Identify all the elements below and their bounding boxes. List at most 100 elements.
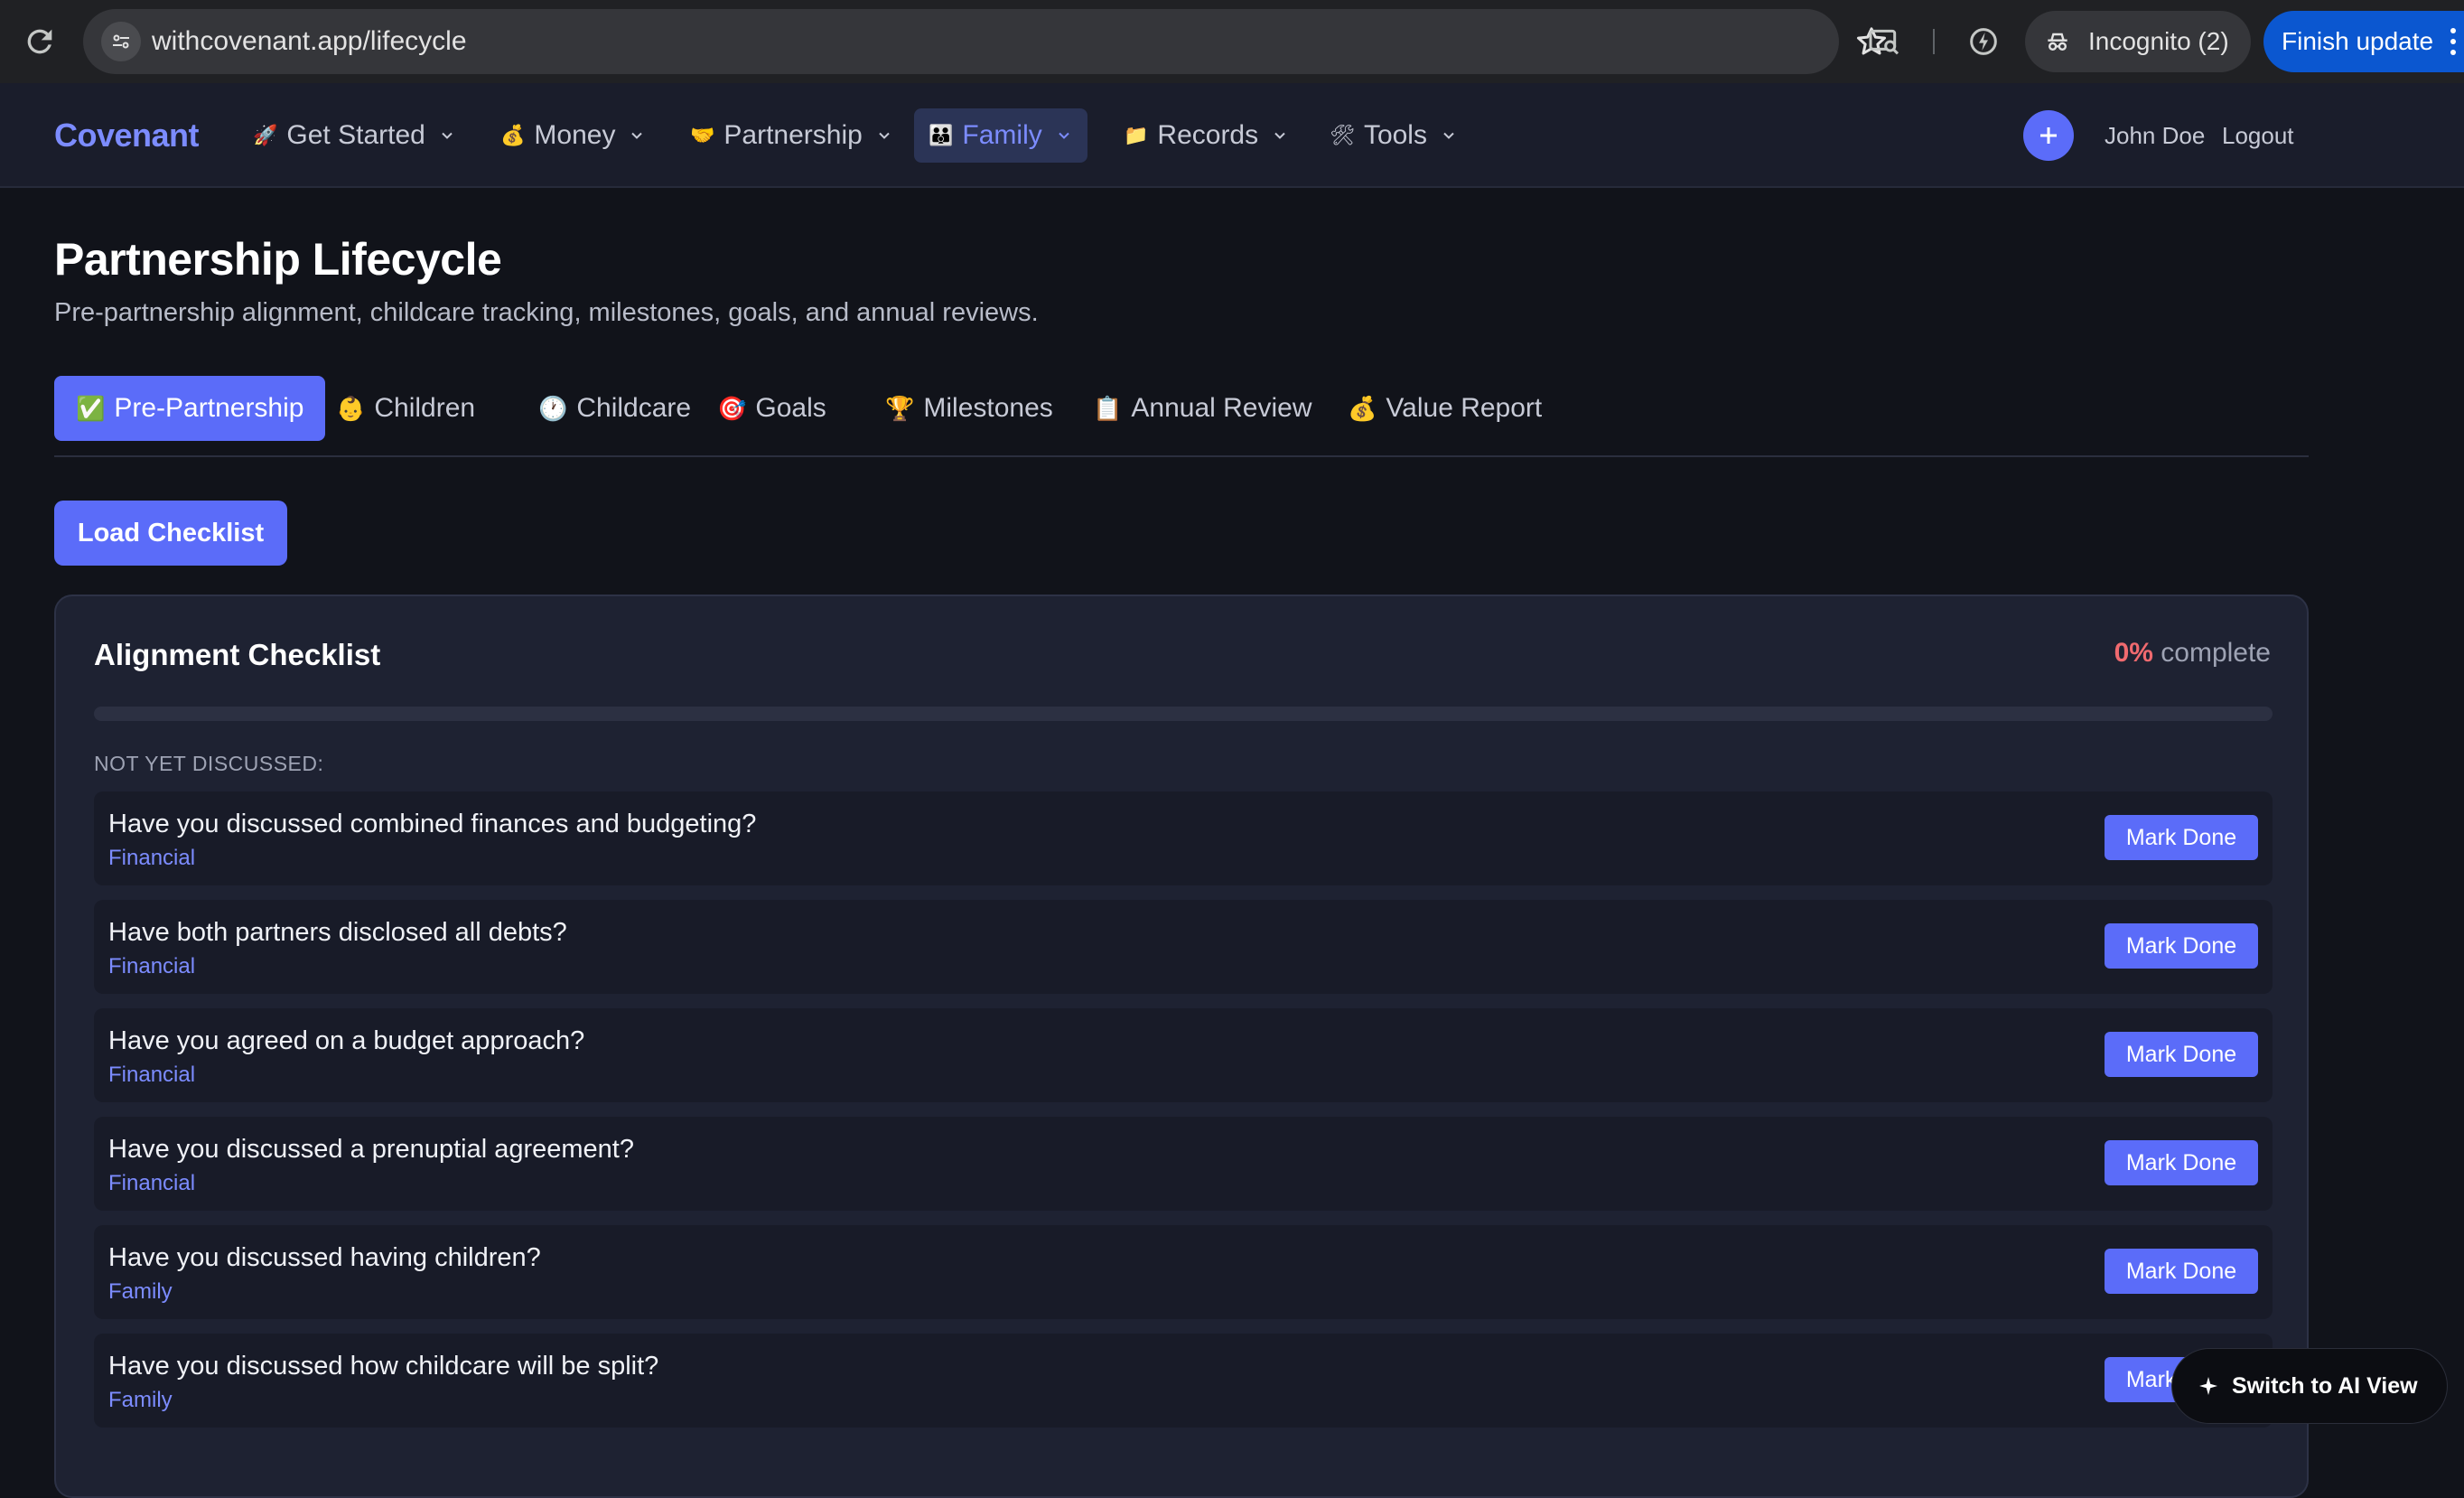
alignment-checklist-card: Alignment Checklist 0% complete NOT YET … (54, 595, 2309, 1498)
tab-label: Childcare (576, 393, 692, 423)
item-question: Have both partners disclosed all debts? (108, 918, 567, 947)
checklist-item: Have you discussed having children? Fami… (94, 1225, 2273, 1319)
item-question: Have you discussed a prenuptial agreemen… (108, 1135, 634, 1164)
progress-label: complete (2161, 638, 2271, 668)
nav-partnership[interactable]: 🤝 Partnership (676, 108, 908, 163)
nav-label: Get Started (286, 120, 425, 150)
mark-done-button[interactable]: Mark Done (2105, 1140, 2258, 1185)
trophy-icon: 🏆 (885, 394, 915, 422)
item-question: Have you discussed having children? (108, 1243, 541, 1272)
item-category: Financial (108, 1063, 196, 1087)
chevron-down-icon (442, 132, 453, 139)
item-category: Financial (108, 846, 196, 870)
clipboard-icon: 📋 (1093, 394, 1123, 422)
nav-tools[interactable]: 🛠 Tools (1315, 108, 1472, 163)
sparkle-icon (2199, 1377, 2217, 1395)
checklist-items: Have you discussed combined finances and… (94, 791, 2273, 1442)
nav-label: Family (962, 120, 1042, 150)
item-category: Financial (108, 1171, 196, 1195)
item-question: Have you discussed combined finances and… (108, 810, 757, 838)
tab-pre-partnership[interactable]: ✅ Pre-Partnership (54, 376, 326, 441)
address-bar[interactable]: withcovenant.app/lifecycle (83, 9, 1886, 74)
nav-label: Money (534, 120, 616, 150)
logout-link[interactable]: Logout (2222, 83, 2294, 188)
nav-family[interactable]: 👪 Family (914, 108, 1087, 163)
progress-bar (94, 707, 2273, 721)
ai-switch-label: Switch to AI View (2232, 1372, 2418, 1399)
tab-label: Goals (755, 393, 826, 423)
item-category: Family (108, 1388, 173, 1412)
tab-label: Pre-Partnership (114, 393, 304, 423)
chevron-down-icon (1274, 132, 1285, 139)
incognito-indicator[interactable]: Incognito (2) (2025, 11, 2251, 72)
incognito-label: Incognito (2) (2088, 27, 2229, 55)
clock-icon: 🕐 (538, 394, 568, 422)
reload-icon[interactable] (22, 23, 58, 60)
checklist-title: Alignment Checklist (94, 638, 381, 671)
browser-toolbar: withcovenant.app/lifecycle Incognito (2)… (0, 0, 2464, 83)
family-icon: 👪 (929, 124, 954, 146)
plus-icon (2040, 127, 2057, 144)
target-icon: 🎯 (717, 394, 747, 422)
folder-icon: 📁 (1124, 124, 1149, 146)
tab-children[interactable]: 👶 Children (314, 376, 497, 441)
tab-childcare[interactable]: 🕐 Childcare (517, 376, 713, 441)
chevron-down-icon (879, 132, 890, 139)
toolbar-divider (1933, 29, 1935, 54)
finish-update-button[interactable]: Finish update (2263, 11, 2464, 72)
chevron-down-icon (1059, 132, 1069, 139)
item-question: Have you agreed on a budget approach? (108, 1026, 585, 1055)
chevron-down-icon (631, 132, 643, 139)
nav-get-started[interactable]: 🚀 Get Started (238, 108, 471, 163)
app-navbar: Covenant 🚀 Get Started 💰 Money 🤝 Partner… (0, 83, 2464, 188)
add-button[interactable] (2023, 110, 2074, 161)
check-mark-icon: ✅ (76, 394, 106, 422)
tab-value-report[interactable]: 💰 Value Report (1326, 376, 1563, 441)
item-question: Have you discussed how childcare will be… (108, 1352, 659, 1381)
checklist-item: Have you discussed combined finances and… (94, 791, 2273, 885)
mark-done-button[interactable]: Mark Done (2105, 815, 2258, 860)
checklist-item: Have you discussed a prenuptial agreemen… (94, 1117, 2273, 1211)
tab-annual-review[interactable]: 📋 Annual Review (1071, 376, 1334, 441)
switch-to-ai-view-button[interactable]: Switch to AI View (2171, 1348, 2448, 1424)
brand-logo[interactable]: Covenant (54, 83, 200, 188)
chevron-down-icon (1443, 132, 1454, 139)
mark-done-button[interactable]: Mark Done (2105, 1249, 2258, 1294)
nav-label: Records (1157, 120, 1259, 150)
page-title: Partnership Lifecycle (54, 234, 502, 285)
item-category: Financial (108, 954, 196, 978)
money-bag-icon: 💰 (1348, 394, 1377, 422)
section-label: NOT YET DISCUSSED: (94, 752, 324, 775)
baby-icon: 👶 (336, 394, 366, 422)
tab-goals[interactable]: 🎯 Goals (695, 376, 848, 441)
lens-search-icon[interactable] (1866, 23, 1902, 60)
checklist-item: Have you discussed how childcare will be… (94, 1334, 2273, 1428)
mark-done-button[interactable]: Mark Done (2105, 1032, 2258, 1077)
checklist-item: Have both partners disclosed all debts? … (94, 900, 2273, 994)
nav-label: Partnership (723, 120, 863, 150)
checklist-item: Have you agreed on a budget approach? Fi… (94, 1008, 2273, 1102)
tab-label: Children (374, 393, 476, 423)
progress-percent: 0% (2114, 638, 2153, 668)
handshake-icon: 🤝 (690, 124, 715, 146)
tab-milestones[interactable]: 🏆 Milestones (863, 376, 1075, 441)
page-subtitle: Pre-partnership alignment, childcare tra… (54, 298, 1039, 327)
nav-label: Tools (1363, 120, 1427, 150)
tab-label: Milestones (923, 393, 1053, 423)
load-checklist-button[interactable]: Load Checklist (54, 501, 287, 566)
nav-money[interactable]: 💰 Money (486, 108, 660, 163)
nav-records[interactable]: 📁 Records (1109, 108, 1303, 163)
incognito-icon (2048, 33, 2067, 51)
user-name[interactable]: John Doe (2105, 83, 2205, 188)
mark-done-button[interactable]: Mark Done (2105, 923, 2258, 969)
item-category: Family (108, 1279, 173, 1304)
progress-readout: 0% complete (2114, 638, 2271, 669)
browser-menu-icon[interactable] (2448, 25, 2459, 58)
performance-icon[interactable] (1965, 23, 2002, 60)
tab-label: Annual Review (1131, 393, 1312, 423)
site-info-icon[interactable] (101, 22, 141, 61)
rocket-icon: 🚀 (253, 124, 278, 146)
tab-label: Value Report (1386, 393, 1543, 423)
money-bag-icon: 💰 (500, 124, 526, 146)
url-text[interactable]: withcovenant.app/lifecycle (152, 9, 467, 74)
